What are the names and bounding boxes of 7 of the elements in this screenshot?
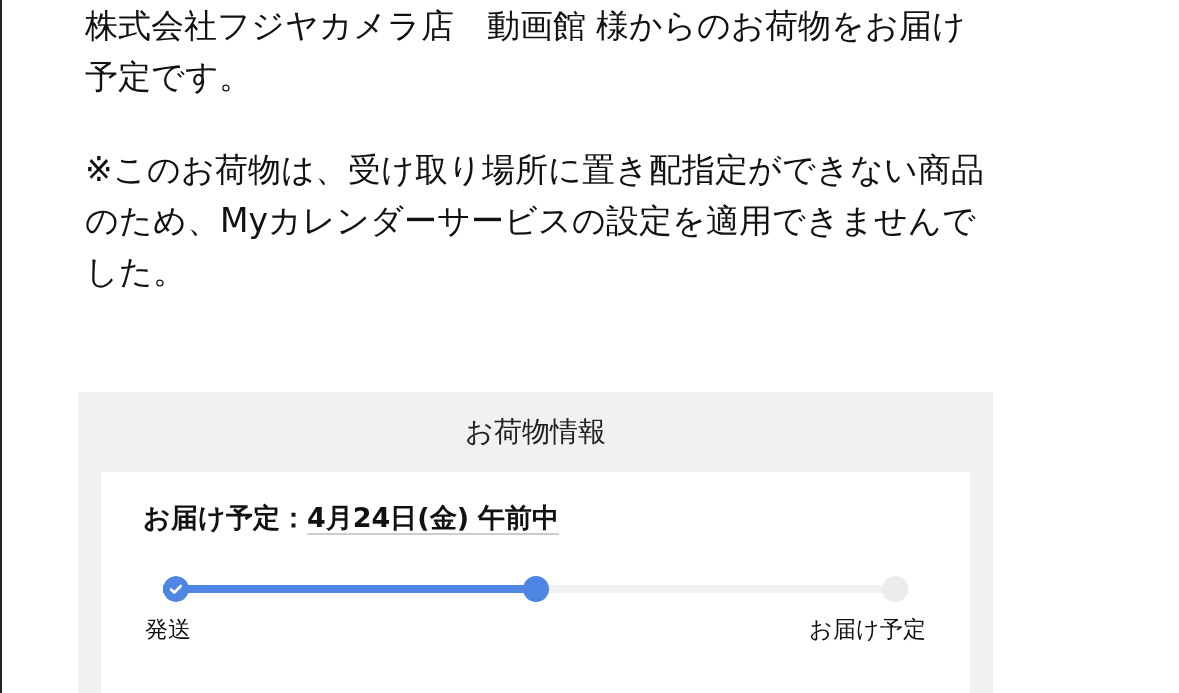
delivery-label: お届け予定： [143,502,307,533]
panel-title: お荷物情報 [464,414,607,450]
step-label: 発送 [145,616,191,642]
message-paragraph: ※このお荷物は、受け取り場所に置き配指定ができない商品のため、Myカレンダーサービスの設定を適用できませんでした。 [85,149,985,293]
delivery-date: 4月24日(金) 午前中 [307,502,560,535]
step-label: お届け予定 [809,616,926,642]
message-paragraph: 株式会社フジヤカメラ店 動画館 様からのお荷物をお届け予定です。 [85,5,968,98]
